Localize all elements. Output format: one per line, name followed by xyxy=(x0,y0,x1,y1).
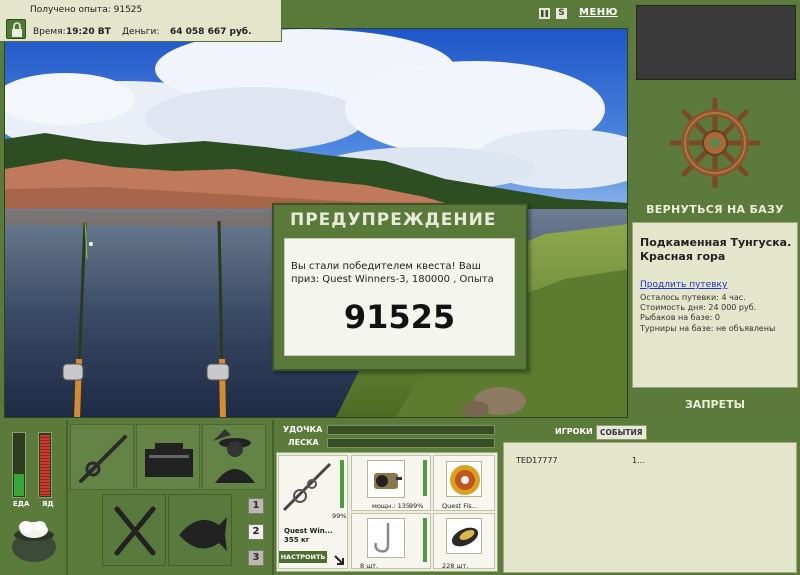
ship-wheel-icon[interactable] xyxy=(668,96,762,190)
dialog-title: ПРЕДУПРЕЖДЕНИЕ xyxy=(290,210,497,230)
bait-icon xyxy=(446,518,482,554)
food-label: ЕДА xyxy=(13,500,30,508)
food-meter xyxy=(12,432,26,498)
line-bar xyxy=(327,438,495,448)
experience-row: Получено опыта: 91525 xyxy=(30,5,142,15)
base-name: Подкаменная Тунгуска. Красная гора xyxy=(640,236,792,263)
page-button-1[interactable]: 1 xyxy=(248,498,264,514)
time-label: Время: xyxy=(33,27,66,37)
bait-count: 228 шт. xyxy=(442,562,469,570)
line-bar-label: ЛЕСКА xyxy=(288,438,319,447)
tackle-box-tile[interactable] xyxy=(136,424,200,490)
minimap-panel xyxy=(636,5,796,80)
event-text: 1... xyxy=(632,456,645,465)
money-value: 64 058 667 руб. xyxy=(170,27,252,37)
poison-meter-fill xyxy=(40,435,50,496)
fishing-line-spool-icon xyxy=(446,461,482,497)
rod-bar xyxy=(327,425,495,435)
panel-divider xyxy=(66,420,68,575)
fishers-count: Рыбаков на базе: 0 xyxy=(640,313,720,322)
extend-pass-link[interactable]: Продлить путевку xyxy=(640,280,727,290)
experience-label: Получено опыта: xyxy=(30,5,111,15)
rod-condition-bar xyxy=(340,460,344,508)
player-info-panel: Получено опыта: 91525 Время: 19:20 ВТ Де… xyxy=(0,0,282,42)
tournaments-status: Турниры на базе: не объявлены xyxy=(640,324,776,333)
rod-tile[interactable] xyxy=(70,424,134,490)
menu-button[interactable]: МЕНЮ xyxy=(579,7,618,18)
reel-icon xyxy=(367,460,405,498)
hook-count: 8 шт. xyxy=(360,562,379,570)
line-name: Quest Fis... xyxy=(442,502,478,510)
panel-divider xyxy=(272,420,274,575)
tab-players[interactable]: ИГРОКИ xyxy=(555,427,593,436)
cauldron-icon[interactable] xyxy=(8,515,60,565)
tab-events[interactable]: СОБЫТИЯ xyxy=(596,425,647,440)
sound-button[interactable]: S xyxy=(556,8,567,19)
day-cost: Стоимость дня: 24 000 руб. xyxy=(640,303,757,312)
bans-button[interactable]: ЗАПРЕТЫ xyxy=(632,398,798,411)
reel-power: мощн.: 135 xyxy=(372,502,410,510)
experience-value: 91525 xyxy=(113,5,143,15)
fishing-rod-icon xyxy=(79,435,127,483)
fisherman-icon xyxy=(213,429,255,483)
arrow-icon[interactable] xyxy=(333,551,345,565)
event-player: TED17777 xyxy=(516,456,558,465)
fish-tile[interactable] xyxy=(168,494,232,566)
poison-label: ЯД xyxy=(42,500,54,508)
reel-percent: 99% xyxy=(409,502,424,510)
tackle-box-icon xyxy=(145,443,193,477)
return-to-base-button[interactable]: ВЕРНУТЬСЯ НА БАЗУ xyxy=(632,203,798,216)
rod-image-icon xyxy=(282,462,332,512)
dialog-experience-value: 91525 xyxy=(343,298,456,336)
hook-icon xyxy=(367,518,405,558)
page-button-3[interactable]: 3 xyxy=(248,550,264,566)
reel-condition-bar xyxy=(423,460,427,496)
knife-fork-icon xyxy=(114,506,156,556)
rod-bar-label: УДОЧКА xyxy=(283,425,323,434)
rod-weight: 355 кг xyxy=(284,536,310,544)
configure-button[interactable]: НАСТРОИТЬ xyxy=(279,551,327,563)
money-label: Деньги: xyxy=(122,27,160,37)
rod-name: Quest Win... xyxy=(284,527,333,535)
rod-percent: 99% xyxy=(332,512,347,520)
hook-condition-bar xyxy=(423,518,427,562)
dialog-message: Вы стали победителем квеста! Ваш приз: Q… xyxy=(291,261,494,285)
pause-icon[interactable] xyxy=(539,8,550,19)
food-meter-fill xyxy=(14,474,24,496)
page-button-2[interactable]: 2 xyxy=(248,524,264,540)
dialog-body xyxy=(284,238,515,356)
fisherman-tile[interactable] xyxy=(202,424,266,490)
lock-icon[interactable] xyxy=(6,19,26,39)
time-value: 19:20 ВТ xyxy=(66,27,111,37)
food-tile[interactable] xyxy=(102,494,166,566)
remaining-time: Осталось путевки: 4 час. xyxy=(640,293,746,302)
fish-icon xyxy=(179,517,227,551)
poison-meter xyxy=(38,432,52,498)
